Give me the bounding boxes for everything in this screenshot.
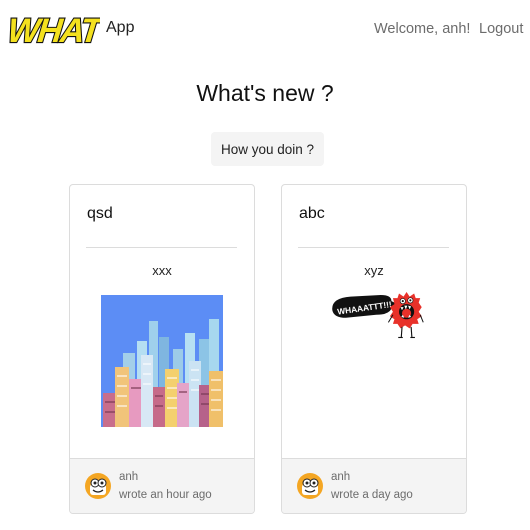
post-card[interactable]: qsd xxx anh wrote an hour ago	[69, 184, 255, 514]
brand-name[interactable]: App	[106, 19, 134, 37]
what-logo[interactable]: WHAT?	[8, 10, 100, 48]
navbar: WHAT? App Welcome, anh! Logout	[0, 0, 530, 56]
post-time: wrote an hour ago	[119, 489, 212, 501]
post-card[interactable]: abc xyz WHAAATTT!!! anh wrote a day ago	[281, 184, 467, 514]
post-title: qsd	[87, 205, 113, 222]
welcome-message: Welcome, anh!	[374, 21, 471, 37]
new-post-button[interactable]: How you doin ?	[211, 132, 324, 166]
post-image-city	[101, 295, 223, 427]
post-image-monster: WHAAATTT!!!	[332, 292, 424, 339]
post-footer: anh wrote an hour ago	[70, 458, 254, 513]
divider	[86, 247, 237, 248]
logout-link[interactable]: Logout	[479, 21, 523, 37]
post-text: xyz	[364, 263, 384, 278]
post-title: abc	[299, 205, 325, 222]
avatar[interactable]	[297, 473, 323, 499]
divider	[298, 247, 449, 248]
page-title: What's new ?	[196, 80, 334, 106]
svg-text:WHAT?: WHAT?	[8, 12, 100, 48]
post-time: wrote a day ago	[331, 489, 413, 501]
avatar[interactable]	[85, 473, 111, 499]
post-text: xxx	[152, 263, 172, 278]
post-author: anh	[331, 471, 351, 483]
post-author: anh	[119, 471, 139, 483]
post-footer: anh wrote a day ago	[282, 458, 466, 513]
